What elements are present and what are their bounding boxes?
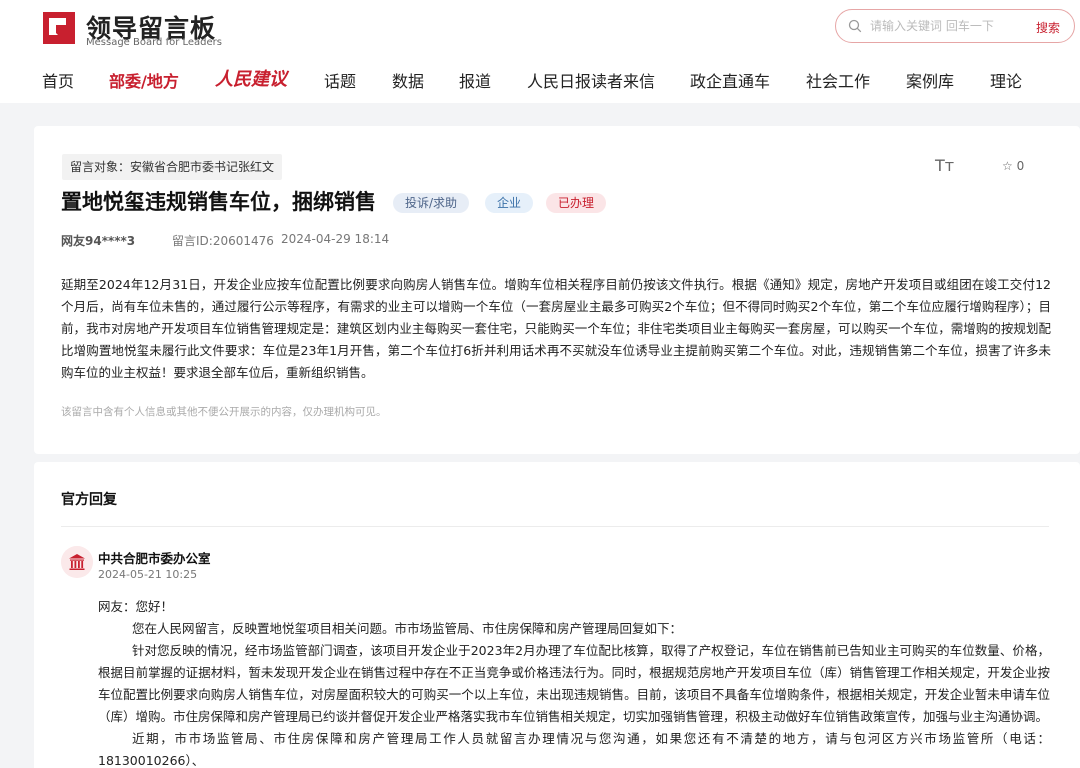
logo-mark-icon (43, 12, 75, 44)
text-size-icon[interactable]: Tт (935, 156, 954, 175)
official-reply-card: 官方回复 中共合肥市委办公室 2024-05-21 10:25 网友：您好！ 您… (34, 462, 1080, 768)
message-target: 留言对象：安徽省合肥市委书记张红文 (62, 154, 283, 180)
privacy-note: 该留言中含有个人信息或其他不便公开展示的内容，仅办理机构可见。 (61, 406, 387, 418)
nav-item-home[interactable]: 首页 (42, 68, 74, 92)
site-logo[interactable]: 领导留言板 Message Board for Leaders (42, 10, 242, 48)
nav-item-data[interactable]: 数据 (392, 68, 424, 92)
nav-item-ministries-local[interactable]: 部委/地方 (109, 68, 179, 92)
nav-item-reports[interactable]: 报道 (459, 68, 491, 92)
nav-item-social-work[interactable]: 社会工作 (806, 68, 870, 92)
site-header: 领导留言板 Message Board for Leaders 搜索 首页 部委… (0, 0, 1080, 103)
star-icon: ☆ (1002, 159, 1013, 173)
nav-item-topics[interactable]: 话题 (324, 68, 356, 92)
reply-greeting: 网友：您好！ (98, 599, 174, 614)
reply-paragraph-2: 针对您反映的情况，经市场监管部门调查，该项目开发企业于2023年2月办理了车位配… (98, 643, 1050, 724)
search-box: 搜索 (835, 9, 1075, 43)
message-time: 2024-04-29 18:14 (281, 232, 390, 246)
nav-item-people-suggestions[interactable]: 人民建议 (215, 65, 287, 91)
main-nav: 首页 部委/地方 人民建议 话题 数据 报道 人民日报读者来信 政企直通车 社会… (0, 62, 1080, 98)
favorite-count: 0 (1016, 159, 1025, 173)
reply-heading: 官方回复 (61, 492, 117, 508)
nav-item-gov-business[interactable]: 政企直通车 (690, 68, 770, 92)
nav-item-reader-letters[interactable]: 人民日报读者来信 (527, 68, 655, 92)
tag-enterprise: 企业 (485, 193, 534, 213)
search-icon (848, 19, 862, 33)
reply-org-name: 中共合肥市委办公室 (98, 551, 211, 566)
favorite-button[interactable]: ☆ 0 (1002, 159, 1024, 173)
reply-paragraph-3: 近期，市市场监管局、市住房保障和房产管理局工作人员就留言办理情况与您沟通，如果您… (98, 731, 1050, 768)
status-badge: 已办理 (546, 193, 607, 213)
message-title: 置地悦玺违规销售车位，捆绑销售 (61, 190, 376, 214)
logo-subtitle: Message Board for Leaders (86, 37, 223, 48)
nav-item-case-library[interactable]: 案例库 (906, 68, 954, 92)
search-input[interactable] (870, 16, 1030, 36)
reply-body: 网友：您好！ 您在人民网留言，反映置地悦玺项目相关问题。市市场监管局、市住房保障… (98, 596, 1050, 768)
message-user: 网友94****3 (61, 234, 136, 248)
message-card: 留言对象：安徽省合肥市委书记张红文 Tт ☆ 0 置地悦玺违规销售车位，捆绑销售… (34, 126, 1080, 454)
message-id: 留言ID:20601476 (172, 234, 274, 248)
message-body: 延期至2024年12月31日，开发企业应按车位配置比例要求向购房人销售车位。增购… (61, 277, 1051, 380)
government-building-icon (61, 546, 93, 578)
search-button[interactable]: 搜索 (1036, 19, 1060, 36)
reply-paragraph-1: 您在人民网留言，反映置地悦玺项目相关问题。市市场监管局、市住房保障和房产管理局回… (132, 621, 683, 636)
divider (61, 526, 1049, 527)
tag-complaint: 投诉/求助 (393, 193, 470, 213)
nav-item-theory[interactable]: 理论 (990, 68, 1022, 92)
reply-time: 2024-05-21 10:25 (98, 568, 198, 581)
